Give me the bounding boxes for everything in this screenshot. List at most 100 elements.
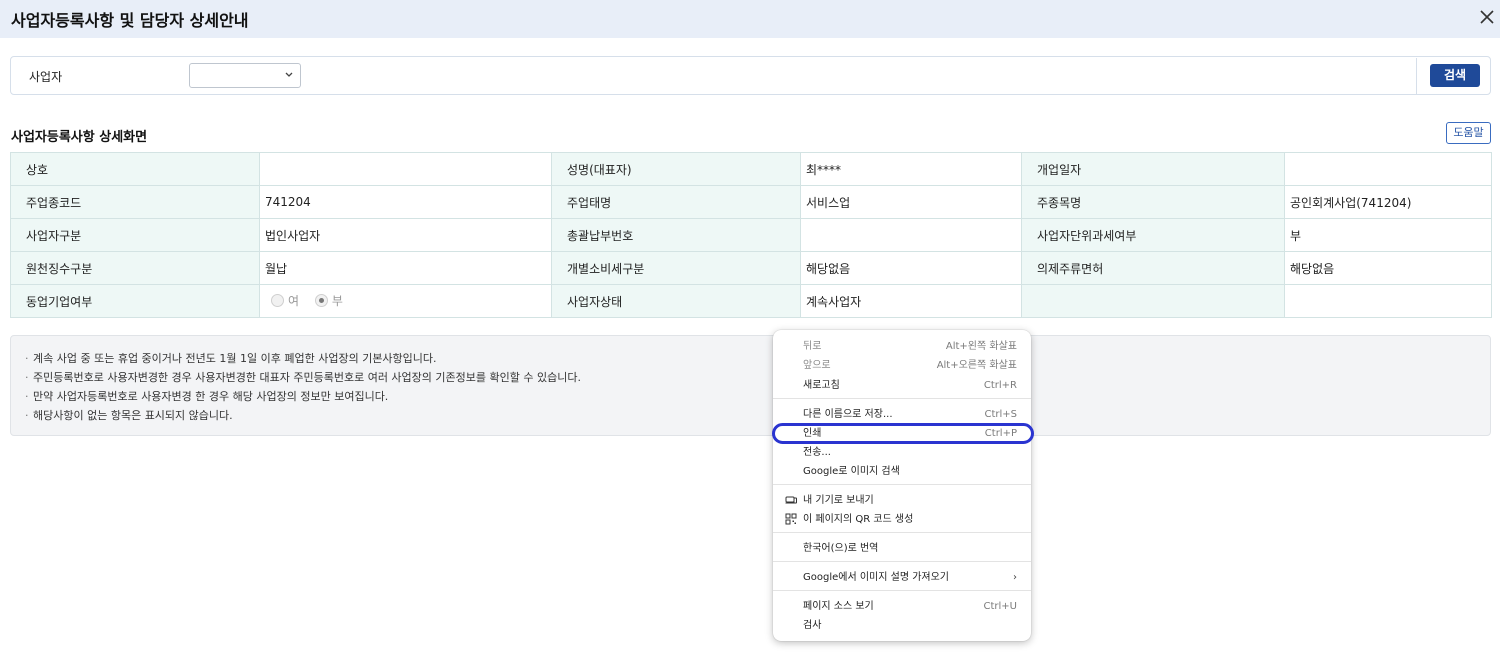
table-header-cell: 원천징수구분 (10, 251, 260, 285)
menu-item-send-to-device[interactable]: 내 기기로 보내기 (773, 491, 1031, 510)
radio-yes-circle (271, 294, 284, 307)
table-header-cell: 동업기업여부 (10, 284, 260, 318)
search-button[interactable]: 검색 (1430, 64, 1480, 87)
table-value-cell (1284, 284, 1492, 318)
table-value-cell (259, 152, 552, 186)
note-line: · 주민등록번호로 사용자변경한 경우 사용자변경한 대표자 주민등록번호로 여러… (25, 368, 1476, 387)
menu-item-forward[interactable]: 앞으로 Alt+오른쪽 화살표 (773, 356, 1031, 375)
note-text: 계속 사업 중 또는 휴업 중이거나 전년도 1월 1일 이후 폐업한 사업장의… (33, 352, 437, 365)
menu-separator (773, 590, 1031, 591)
menu-separator (773, 398, 1031, 399)
table-value-cell (1284, 152, 1492, 186)
menu-item-search-image[interactable]: Google로 이미지 검색 (773, 462, 1031, 481)
bullet-icon: · (25, 390, 29, 403)
menu-item-label: Google로 이미지 검색 (803, 466, 900, 477)
bullet-icon: · (25, 409, 29, 422)
table-value-cell: 해당없음 (800, 251, 1022, 285)
radio-no-circle (314, 294, 328, 307)
table-header-cell: 개별소비세구분 (551, 251, 801, 285)
business-label: 사업자 (29, 70, 63, 84)
menu-separator (773, 561, 1031, 562)
menu-item-shortcut: Alt+오른쪽 화살표 (936, 360, 1017, 371)
radio-no-label: 부 (331, 294, 343, 308)
menu-item-label: Google에서 이미지 설명 가져오기 (803, 572, 949, 583)
table-value-cell: 부 (1284, 218, 1492, 252)
menu-item-label: 뒤로 (803, 341, 822, 352)
menu-item-label: 검사 (803, 620, 822, 631)
table-header-cell: 개업일자 (1021, 152, 1285, 186)
table-value-cell: 월납 (259, 251, 552, 285)
search-divider (1416, 58, 1417, 94)
menu-item-label: 내 기기로 보내기 (803, 495, 874, 506)
menu-item-cast[interactable]: 전송... (773, 443, 1031, 462)
chevron-down-icon (284, 67, 294, 83)
menu-item-image-description[interactable]: Google에서 이미지 설명 가져오기 › (773, 568, 1031, 587)
table-header-cell: 주업태명 (551, 185, 801, 219)
detail-table: 상호 성명(대표자) 최**** 개업일자 주업종코드 741204 주업태명 서비스업 주종목… (10, 152, 1492, 318)
table-header-cell: 총괄납부번호 (551, 218, 801, 252)
bullet-icon: · (25, 371, 29, 384)
note-line: · 만약 사업자등록번호로 사용자변경 한 경우 해당 사업장의 정보만 보여집니… (25, 387, 1476, 406)
menu-item-print[interactable]: 인쇄 Ctrl+P (773, 424, 1031, 443)
chevron-right-icon: › (1013, 572, 1017, 583)
menu-item-label: 한국어(으)로 번역 (803, 543, 879, 554)
table-header-cell (1021, 284, 1285, 318)
note-text: 주민등록번호로 사용자변경한 경우 사용자변경한 대표자 주민등록번호로 여러 … (33, 371, 581, 384)
table-value-cell: 해당없음 (1284, 251, 1492, 285)
table-header-cell: 사업자구분 (10, 218, 260, 252)
table-row: 원천징수구분 월납 개별소비세구분 해당없음 의제주류면허 해당없음 (10, 251, 1492, 285)
qr-code-icon (785, 513, 797, 525)
menu-item-label: 페이지 소스 보기 (803, 601, 874, 612)
table-value-cell: 공인회계사업(741204) (1284, 185, 1492, 219)
note-text: 만약 사업자등록번호로 사용자변경 한 경우 해당 사업장의 정보만 보여집니다… (33, 390, 389, 403)
menu-item-label: 인쇄 (803, 428, 822, 439)
close-icon[interactable] (1476, 5, 1498, 29)
radio-yes[interactable]: 여 (271, 292, 299, 309)
menu-item-shortcut: Alt+왼쪽 화살표 (945, 341, 1017, 352)
table-value-cell: 741204 (259, 185, 552, 219)
menu-item-label: 앞으로 (803, 360, 831, 371)
table-row: 동업기업여부 여 부 사업자상태 계속사업자 (10, 284, 1492, 318)
menu-item-shortcut: Ctrl+P (984, 428, 1017, 439)
search-panel: 사업자 검색 (10, 56, 1491, 95)
menu-item-label: 이 페이지의 QR 코드 생성 (803, 514, 914, 525)
table-value-cell: 계속사업자 (800, 284, 1022, 318)
table-value-cell: 서비스업 (800, 185, 1022, 219)
menu-item-save-as[interactable]: 다른 이름으로 저장... Ctrl+S (773, 405, 1031, 424)
menu-item-shortcut: Ctrl+R (983, 380, 1017, 391)
table-header-cell: 주종목명 (1021, 185, 1285, 219)
table-row: 주업종코드 741204 주업태명 서비스업 주종목명 공인회계사업(741204) (10, 185, 1492, 219)
table-value-cell: 법인사업자 (259, 218, 552, 252)
business-select[interactable] (189, 63, 301, 88)
table-header-cell: 주업종코드 (10, 185, 260, 219)
menu-item-translate[interactable]: 한국어(으)로 번역 (773, 539, 1031, 558)
menu-item-qr-code[interactable]: 이 페이지의 QR 코드 생성 (773, 510, 1031, 529)
partnership-radio-cell: 여 부 (259, 284, 552, 318)
help-button[interactable]: 도움말 (1446, 122, 1491, 144)
device-icon (785, 494, 797, 506)
table-header-cell: 사업자단위과세여부 (1021, 218, 1285, 252)
radio-no[interactable]: 부 (314, 292, 343, 309)
menu-item-label: 다른 이름으로 저장... (803, 409, 893, 420)
table-row: 상호 성명(대표자) 최**** 개업일자 (10, 152, 1492, 186)
window-title: 사업자등록사항 및 담당자 상세안내 (11, 11, 249, 30)
note-text: 해당사항이 없는 항목은 표시되지 않습니다. (33, 409, 233, 422)
bullet-icon: · (25, 352, 29, 365)
menu-item-view-source[interactable]: 페이지 소스 보기 Ctrl+U (773, 597, 1031, 616)
menu-item-shortcut: Ctrl+U (983, 601, 1018, 612)
table-row: 사업자구분 법인사업자 총괄납부번호 사업자단위과세여부 부 (10, 218, 1492, 252)
table-header-cell: 성명(대표자) (551, 152, 801, 186)
notes-panel: · 계속 사업 중 또는 휴업 중이거나 전년도 1월 1일 이후 폐업한 사업장… (10, 335, 1491, 436)
context-menu: 뒤로 Alt+왼쪽 화살표앞으로 Alt+오른쪽 화살표새로고침 Ctrl+R 다른 이… (773, 330, 1031, 641)
table-header-cell: 사업자상태 (551, 284, 801, 318)
section-title: 사업자등록사항 상세화면 (11, 130, 148, 145)
menu-item-back[interactable]: 뒤로 Alt+왼쪽 화살표 (773, 337, 1031, 356)
menu-item-label: 새로고침 (803, 380, 840, 391)
menu-item-reload[interactable]: 새로고침 Ctrl+R (773, 376, 1031, 395)
menu-item-inspect[interactable]: 검사 (773, 616, 1031, 635)
note-line: · 계속 사업 중 또는 휴업 중이거나 전년도 1월 1일 이후 폐업한 사업장… (25, 349, 1476, 368)
menu-separator (773, 532, 1031, 533)
note-line: · 해당사항이 없는 항목은 표시되지 않습니다. (25, 406, 1476, 425)
menu-item-label: 전송... (803, 447, 831, 458)
table-header-cell: 상호 (10, 152, 260, 186)
